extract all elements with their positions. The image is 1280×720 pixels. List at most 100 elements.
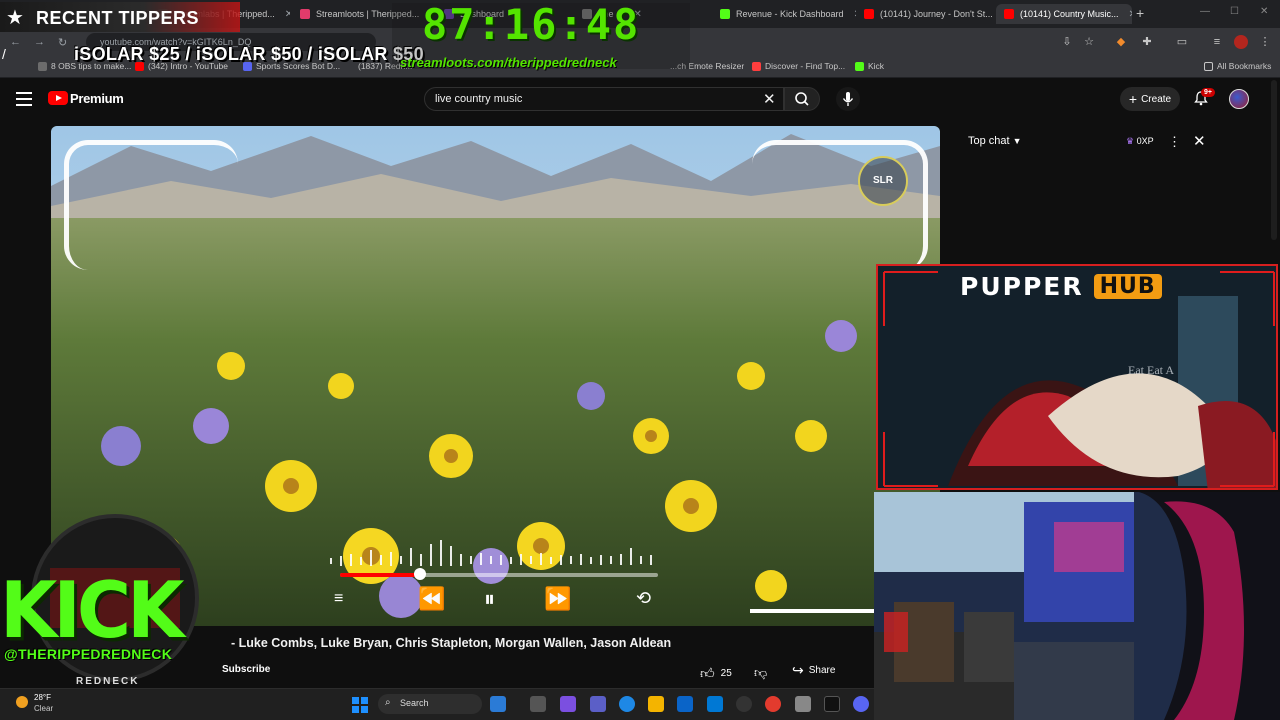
- copilot-icon[interactable]: [560, 696, 576, 712]
- tab-label: (10141) Country Music...: [1020, 9, 1119, 19]
- new-tab-button[interactable]: +: [1136, 5, 1144, 21]
- folder-icon: [1204, 61, 1213, 71]
- browser-tab-kick-revenue[interactable]: Revenue - Kick Dashboard ✕: [712, 4, 856, 24]
- chevron-down-icon: ▼: [1012, 136, 1022, 146]
- back-icon[interactable]: ←: [10, 36, 21, 48]
- profile-avatar[interactable]: [1234, 35, 1248, 49]
- screen: Streamlabs | Theripped... ✕ Streamloots …: [0, 0, 1280, 720]
- weather-temperature[interactable]: 28°F: [34, 693, 51, 702]
- terminal-icon[interactable]: [824, 696, 840, 712]
- star-icon: ★: [6, 7, 24, 29]
- bookmark-item[interactable]: Discover - Find Top...: [752, 61, 845, 71]
- seek-handle[interactable]: [413, 568, 426, 580]
- rewind-icon[interactable]: ⏪: [418, 586, 445, 612]
- youtube-premium-label[interactable]: Premium: [70, 91, 124, 106]
- share-label: Share: [808, 665, 836, 676]
- kick-icon: [855, 61, 864, 71]
- audio-visualizer: [330, 540, 652, 566]
- xp-badge[interactable]: ♛ 0XP: [1126, 136, 1154, 147]
- fast-forward-icon[interactable]: ⏩: [544, 586, 571, 612]
- kick-icon: [720, 9, 730, 19]
- chat-mode-dropdown[interactable]: Top chat ▼: [968, 135, 1022, 147]
- kick-sub-label: REDNECK: [76, 676, 140, 687]
- close-icon[interactable]: ✕: [285, 9, 290, 20]
- chrome-icon[interactable]: [765, 696, 781, 712]
- bookmark-label: Kick: [868, 61, 885, 71]
- overlay-frame-corner: [752, 140, 928, 270]
- bookmark-label: Discover - Find Top...: [765, 61, 846, 71]
- extensions-puzzle-icon[interactable]: ✚: [1140, 35, 1154, 49]
- task-view-icon[interactable]: [530, 696, 546, 712]
- crown-icon: ♛: [1126, 136, 1135, 146]
- outlook-icon[interactable]: [707, 696, 723, 712]
- progress-line-right: [750, 609, 875, 613]
- weather-condition: Clear: [34, 704, 54, 713]
- notification-count-badge: 9+: [1201, 88, 1215, 97]
- taskbar-search-label: Search: [400, 698, 429, 708]
- xp-label: 0XP: [1136, 136, 1154, 146]
- like-button[interactable]: 👍︎ 25: [700, 662, 746, 684]
- voice-search-button[interactable]: [836, 87, 860, 111]
- pupper-hub-title: PUPPER HUB: [960, 272, 1162, 301]
- window-close-icon[interactable]: ✕: [1260, 6, 1268, 17]
- browser-tab-country-music[interactable]: (10141) Country Music... ✕: [996, 4, 1132, 24]
- downloads-icon[interactable]: ≡: [1210, 35, 1224, 49]
- all-bookmarks[interactable]: All Bookmarks: [1204, 61, 1271, 71]
- playlist-icon[interactable]: ≡: [334, 590, 343, 608]
- hub-word: HUB: [1093, 274, 1162, 299]
- teams-icon[interactable]: [590, 696, 606, 712]
- menu-icon[interactable]: [16, 92, 32, 106]
- maximize-icon[interactable]: ☐: [1230, 6, 1239, 17]
- page-scrollbar[interactable]: [1271, 80, 1277, 240]
- browser-tab-journey[interactable]: (10141) Journey - Don't St... ✕: [856, 4, 994, 24]
- close-chat-icon[interactable]: ✕: [1193, 132, 1206, 150]
- discord-icon[interactable]: [853, 696, 869, 712]
- subathon-timer: 87:16:48: [422, 0, 641, 49]
- bookmark-star-icon[interactable]: ☆: [1082, 35, 1096, 49]
- taskbar-search[interactable]: ⌕ Search: [378, 694, 482, 714]
- share-icon: ↪: [792, 662, 804, 678]
- bookmark-icon: [38, 61, 47, 71]
- minimize-icon[interactable]: —: [1200, 6, 1210, 17]
- repeat-icon[interactable]: ⟲: [636, 588, 651, 609]
- pause-icon[interactable]: ⏸: [484, 586, 495, 612]
- chrome-menu-icon[interactable]: ⋮: [1258, 35, 1272, 49]
- subscribe-button[interactable]: Subscribe: [222, 664, 270, 675]
- clear-search-icon[interactable]: ✕: [763, 90, 776, 108]
- share-button[interactable]: ↪ Share: [792, 662, 835, 679]
- seek-bar[interactable]: [340, 573, 658, 577]
- extension-icon[interactable]: ◆: [1114, 35, 1128, 49]
- reload-icon[interactable]: ↻: [58, 36, 67, 49]
- create-label: Create: [1141, 93, 1172, 105]
- store-icon[interactable]: [677, 696, 693, 712]
- app-icon[interactable]: [795, 696, 811, 712]
- install-app-icon[interactable]: ⇩: [1060, 35, 1074, 49]
- edge-icon[interactable]: [619, 696, 635, 712]
- like-count: 25: [720, 667, 732, 679]
- create-button[interactable]: + Create: [1120, 87, 1180, 111]
- search-button[interactable]: [784, 87, 820, 111]
- bookmark-label: All Bookmarks: [1217, 61, 1272, 71]
- close-icon[interactable]: ✕: [1129, 9, 1132, 20]
- seek-progress: [340, 573, 420, 577]
- discover-icon: [752, 61, 761, 71]
- bookmark-item[interactable]: Kick: [855, 61, 884, 71]
- windows-start-icon[interactable]: [352, 697, 368, 713]
- sidebar-icon[interactable]: ▭: [1175, 35, 1189, 49]
- plus-icon: +: [1128, 91, 1138, 107]
- more-options-icon[interactable]: ⋮: [1168, 134, 1181, 150]
- youtube-logo[interactable]: [48, 91, 68, 105]
- obs-icon[interactable]: [736, 696, 752, 712]
- thumbs-down-icon: 👎︎: [754, 665, 768, 680]
- search-icon: [795, 92, 809, 106]
- room-camera-image: [874, 492, 1280, 720]
- file-explorer-icon[interactable]: [648, 696, 664, 712]
- weather-moon-icon[interactable]: [16, 696, 28, 708]
- dislike-button[interactable]: 👎︎: [754, 664, 772, 682]
- youtube-icon: [864, 9, 874, 19]
- forward-icon[interactable]: →: [34, 36, 45, 48]
- pupper-word: PUPPER: [960, 272, 1084, 301]
- photos-app-icon[interactable]: [490, 696, 506, 712]
- search-input[interactable]: live country music: [424, 87, 784, 111]
- account-avatar[interactable]: [1229, 89, 1249, 109]
